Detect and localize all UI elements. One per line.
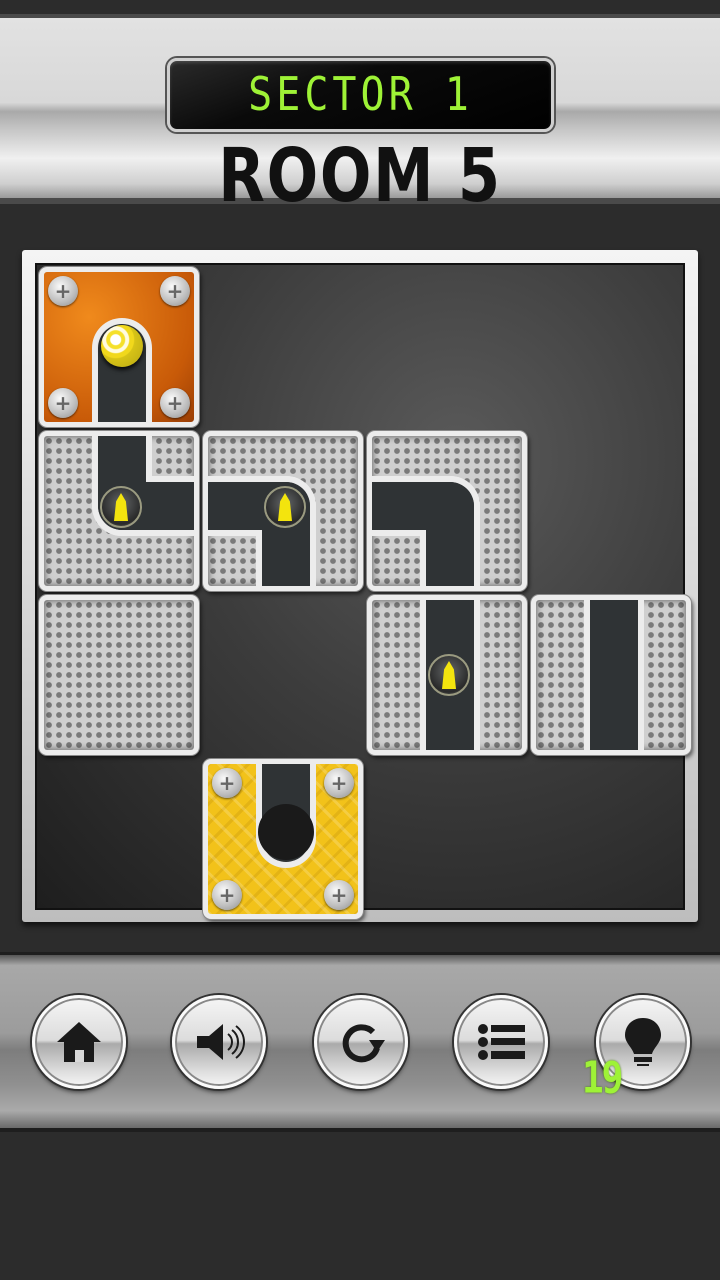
- game-screen: SECTOR 1 ROOM 5 + + + + + + + + 19: [0, 0, 720, 1280]
- pipe-tile-elbow[interactable]: [367, 431, 527, 591]
- arrow-icon: [114, 493, 128, 521]
- control-bar: [0, 952, 720, 1132]
- screw-icon: +: [324, 880, 354, 910]
- home-button[interactable]: [32, 995, 126, 1089]
- board-area: + + + + + + + +: [35, 263, 691, 919]
- lightbulb-icon: [625, 1018, 661, 1066]
- home-icon: [57, 1022, 101, 1062]
- pipe-tile-vertical[interactable]: [531, 595, 691, 755]
- screw-icon: +: [324, 768, 354, 798]
- screw-icon: +: [212, 768, 242, 798]
- hint-count: 19: [582, 1053, 623, 1104]
- pipe-channel: [590, 600, 638, 750]
- sound-button[interactable]: [172, 995, 266, 1089]
- pipe-tile-elbow[interactable]: [203, 431, 363, 591]
- pipe-channel: [426, 482, 474, 586]
- puzzle-board: + + + + + + + +: [22, 250, 698, 922]
- goal-tile: + + + +: [203, 759, 363, 919]
- screw-icon: +: [212, 880, 242, 910]
- star-collectible: [264, 486, 306, 528]
- goal-hole: [258, 804, 314, 860]
- screw-icon: +: [48, 276, 78, 306]
- screw-icon: +: [160, 276, 190, 306]
- level-header: SECTOR 1 ROOM 5: [0, 14, 720, 216]
- pipe-tile-elbow[interactable]: [39, 431, 199, 591]
- speaker-icon: [197, 1024, 245, 1060]
- start-tile: + + + +: [39, 267, 199, 427]
- star-collectible: [428, 654, 470, 696]
- sector-display: SECTOR 1: [167, 58, 554, 132]
- room-title: ROOM 5: [218, 133, 502, 219]
- star-collectible: [100, 486, 142, 528]
- arrow-icon: [278, 493, 292, 521]
- levels-button[interactable]: [454, 995, 548, 1089]
- ball[interactable]: [101, 325, 143, 367]
- empty-tile[interactable]: [39, 595, 199, 755]
- sector-label: SECTOR 1: [248, 68, 473, 122]
- pipe-tile-vertical[interactable]: [367, 595, 527, 755]
- restart-icon: [342, 1024, 385, 1063]
- list-icon: [478, 1024, 525, 1060]
- restart-button[interactable]: [314, 995, 408, 1089]
- screw-icon: +: [160, 388, 190, 418]
- screw-icon: +: [48, 388, 78, 418]
- arrow-icon: [442, 661, 456, 689]
